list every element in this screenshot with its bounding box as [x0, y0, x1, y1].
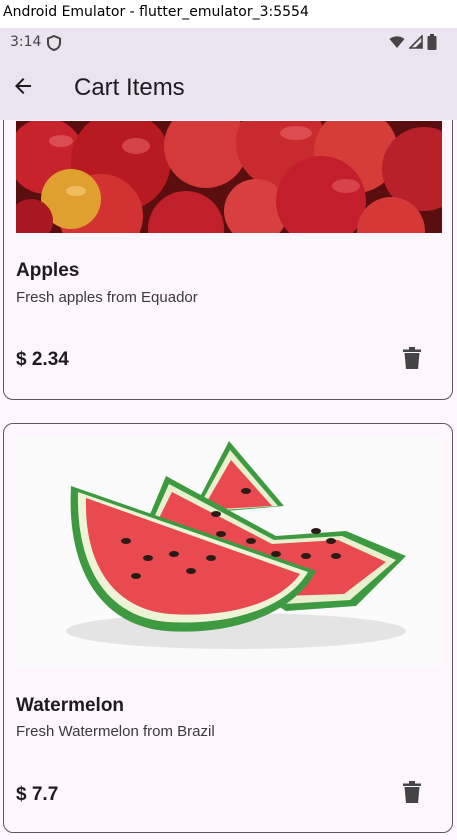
trash-icon [403, 780, 421, 808]
product-description: Fresh Watermelon from Brazil [16, 723, 215, 740]
product-image [16, 121, 442, 233]
delete-button[interactable] [400, 780, 424, 808]
cart-list[interactable]: Apples Fresh apples from Equador $ 2.34 [0, 120, 457, 840]
battery-icon [427, 34, 437, 54]
product-price: $ 7.7 [16, 784, 59, 805]
signal-icon [408, 34, 423, 53]
product-description: Fresh apples from Equador [16, 289, 198, 306]
back-button[interactable] [8, 73, 38, 103]
cart-item-card: Apples Fresh apples from Equador $ 2.34 [3, 120, 453, 400]
product-price: $ 2.34 [16, 349, 69, 370]
status-bar: 3:14 [0, 28, 457, 58]
product-name: Apples [16, 260, 80, 281]
cart-item-card: Watermelon Fresh Watermelon from Brazil … [3, 423, 453, 833]
product-image [16, 436, 442, 666]
delete-button[interactable] [400, 346, 424, 374]
status-time: 3:14 [10, 34, 42, 50]
arrow-back-icon [11, 74, 35, 103]
trash-icon [403, 346, 421, 374]
shield-icon [47, 34, 61, 52]
wifi-icon [389, 35, 405, 53]
window-title: Android Emulator - flutter_emulator_3:55… [0, 0, 457, 28]
app-bar: Cart Items [0, 58, 457, 120]
status-icons [389, 34, 437, 54]
page-title: Cart Items [74, 74, 185, 101]
product-name: Watermelon [16, 695, 125, 716]
